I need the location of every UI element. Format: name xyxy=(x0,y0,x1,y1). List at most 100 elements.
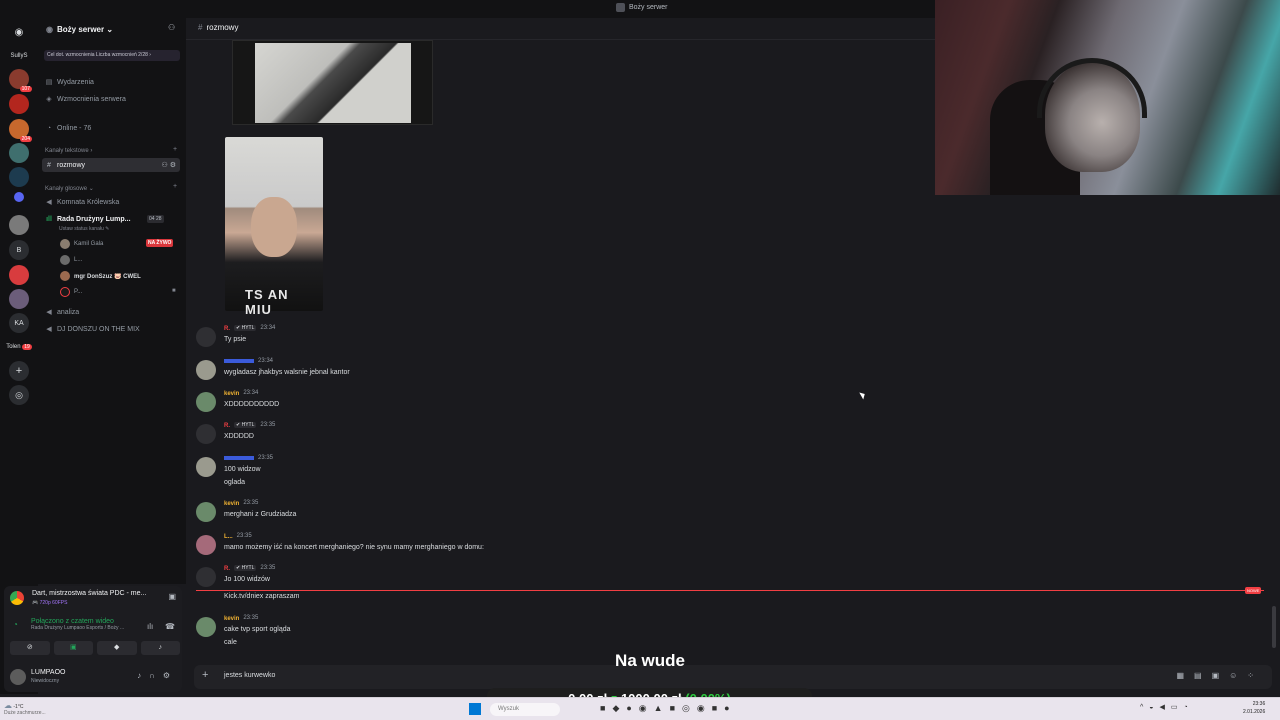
server-icon[interactable]: KA xyxy=(9,313,29,333)
battery-icon[interactable]: ▭ xyxy=(1171,704,1184,711)
screen-share-icon[interactable]: ▣ xyxy=(168,592,176,601)
text-category[interactable]: Kanały tekstowe › xyxy=(45,148,92,154)
avatar[interactable] xyxy=(196,457,216,477)
server-icon[interactable] xyxy=(9,94,29,114)
boost-progress[interactable]: Cel dot. wzmocnienia Liczba wzmocnień 2/… xyxy=(44,50,180,61)
avatar[interactable] xyxy=(196,360,216,380)
message-group[interactable]: 23:34 wygladasz jhakbys walsnie jebnal ka… xyxy=(196,358,1256,383)
app-icon[interactable]: ■ xyxy=(600,703,612,713)
message-group[interactable]: kevin 23:35 merghani z Grudziadza xyxy=(196,500,1256,525)
author-name[interactable]: R. xyxy=(224,326,230,332)
noise-icon[interactable]: ılı xyxy=(147,622,153,631)
author-name[interactable]: R. xyxy=(224,566,230,572)
folder-icon[interactable] xyxy=(14,192,24,202)
discord-app-icon[interactable]: ◉ xyxy=(697,703,712,713)
author-name[interactable]: kevin xyxy=(224,616,239,622)
soundboard-button[interactable]: ♪ xyxy=(140,641,180,655)
sticker-icon[interactable]: ▣ xyxy=(1212,671,1230,680)
app-icon[interactable]: ◎ xyxy=(682,703,697,713)
author-name[interactable] xyxy=(224,456,254,460)
server-icon[interactable]: 107 xyxy=(9,69,32,92)
voice-user[interactable]: P... xyxy=(60,286,82,298)
user-controls[interactable]: ♪∩⚙ xyxy=(137,671,178,680)
app-icon[interactable]: ▲ xyxy=(654,703,670,713)
current-user[interactable]: LUMPAOO Niewidoczny ♪∩⚙ xyxy=(10,666,180,688)
avatar[interactable] xyxy=(196,617,216,637)
message-group[interactable]: L... 23:35 mamo możemy iść na koncert merg… xyxy=(196,533,1256,558)
server-icon[interactable] xyxy=(9,143,29,163)
discord-home-icon[interactable]: ◉ xyxy=(9,22,29,42)
message-group[interactable]: kevin 23:35 cake tvp sport ogląda cale xyxy=(196,615,1256,653)
voice-category[interactable]: Kanały głosowe ⌄ xyxy=(45,185,94,192)
attachment-image[interactable] xyxy=(232,40,433,125)
attachment-image[interactable]: TS AN MIU xyxy=(225,137,323,317)
server-icon[interactable] xyxy=(9,167,29,187)
mic-icon[interactable]: ♪ xyxy=(137,671,149,680)
server-icon[interactable]: 204 xyxy=(9,119,32,142)
screen-share-button[interactable]: ▣ xyxy=(53,641,93,655)
add-friend-icon[interactable]: ⚇ xyxy=(168,23,175,32)
author-name[interactable]: kevin xyxy=(224,501,239,507)
avatar[interactable] xyxy=(196,502,216,522)
volume-icon[interactable]: ◀ xyxy=(1160,704,1171,711)
add-channel-icon[interactable]: + xyxy=(173,183,177,190)
events-item[interactable]: ▤ Wydarzenia xyxy=(45,75,94,89)
activities-button[interactable]: ◆ xyxy=(97,641,137,655)
taskbar-search[interactable]: Wyszuk xyxy=(490,703,560,716)
message-group[interactable]: R. ✔ HYTL 23:34 Ty psie xyxy=(196,325,1256,350)
avatar[interactable] xyxy=(196,392,216,412)
author-name[interactable]: R. xyxy=(224,423,230,429)
system-tray[interactable]: ^◒◀▭◔ xyxy=(1140,703,1194,711)
message-group[interactable]: R. ✔ HYTL 23:35 Jo 100 widzów xyxy=(196,565,1256,590)
online-members-item[interactable]: ◔ Online - 76 xyxy=(45,121,91,135)
voice-channel[interactable]: ◀ DJ DONSZU ON THE MIX xyxy=(45,322,139,336)
notification-icon[interactable]: ◔ xyxy=(1184,704,1194,711)
steam-icon[interactable]: ● xyxy=(724,703,736,713)
app-icon[interactable]: ◆ xyxy=(612,703,626,713)
voice-user[interactable]: L... xyxy=(60,254,82,266)
boosts-item[interactable]: ◈ Wzmocnienia serwera xyxy=(45,92,126,106)
author-name[interactable]: L... xyxy=(224,534,233,540)
voice-status[interactable]: Ustaw status kanału ✎ xyxy=(59,226,109,232)
wifi-icon[interactable]: ◒ xyxy=(1149,704,1159,711)
server-name[interactable]: ◉ Boży serwer ⌄ xyxy=(46,22,182,36)
message-group[interactable]: kevin 23:34 XDDDDDDDDDD xyxy=(196,390,1256,415)
message-group[interactable]: R. ✔ HYTL 23:35 XDDDDD xyxy=(196,422,1256,447)
add-channel-icon[interactable]: + xyxy=(173,146,177,153)
avatar[interactable] xyxy=(196,567,216,587)
app-icon[interactable]: ■ xyxy=(712,703,724,713)
headphones-icon[interactable]: ∩ xyxy=(149,671,163,680)
settings-icon[interactable]: ⚙ xyxy=(163,671,178,680)
message-group[interactable]: 23:35 100 widzow oglada xyxy=(196,455,1256,493)
author-name[interactable]: kevin xyxy=(224,391,239,397)
clock[interactable]: 23:36 2.01.2026 xyxy=(1243,700,1265,716)
gift-icon[interactable]: ▦ xyxy=(1176,671,1194,680)
discover-icon[interactable]: ◎ xyxy=(9,385,29,405)
attach-plus-icon[interactable]: + xyxy=(202,669,208,681)
voice-user[interactable]: Kamil Gala xyxy=(60,238,103,250)
gif-icon[interactable]: ▤ xyxy=(1194,671,1212,680)
voice-user[interactable]: mgr DonSzuz 🐷 CWEL xyxy=(60,270,141,282)
camera-off-button[interactable]: ⊘ xyxy=(10,641,50,655)
weather-widget[interactable]: ☁ -1°C Duże zachmurze... xyxy=(4,701,46,716)
voice-channel[interactable]: ◀ analiza xyxy=(45,305,79,319)
add-server-icon[interactable]: + xyxy=(9,361,29,381)
author-name[interactable] xyxy=(224,359,254,363)
chat-scrollbar[interactable] xyxy=(1272,606,1276,648)
app-icon[interactable]: ◉ xyxy=(639,703,654,713)
avatar[interactable] xyxy=(196,424,216,444)
voice-channel-active[interactable]: ıll Rada Drużyny Lump... xyxy=(45,212,130,226)
activity-card[interactable]: Dart, mistrzostwa świata PDC - me... 🎮 7… xyxy=(10,590,180,608)
voice-channel[interactable]: ◀ Komnata Królewska xyxy=(45,195,119,209)
chevron-up-icon[interactable]: ^ xyxy=(1140,704,1149,711)
apps-icon[interactable]: ⁘ xyxy=(1247,671,1264,680)
channel-settings-icon[interactable]: ⚇ ⚙ xyxy=(162,161,177,169)
app-icon[interactable]: ● xyxy=(626,703,638,713)
disconnect-icon[interactable]: ☎ xyxy=(165,622,175,631)
start-button[interactable] xyxy=(469,703,481,715)
emoji-icon[interactable]: ☺ xyxy=(1229,671,1247,680)
app-icon[interactable]: ■ xyxy=(670,703,682,713)
server-icon[interactable] xyxy=(9,265,29,285)
voice-connection[interactable]: ◔ Połączono z czatem wideo Rada Drużyny … xyxy=(13,618,124,631)
channel-rozmowy[interactable]: # rozmowy ⚇ ⚙ xyxy=(42,158,180,172)
